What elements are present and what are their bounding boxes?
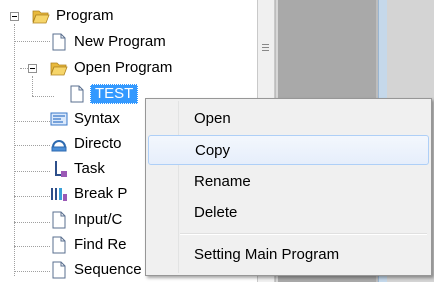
tree-line bbox=[14, 121, 50, 122]
context-menu: Open Copy Rename Delete Setting Main Pro… bbox=[145, 98, 432, 276]
tree-line bbox=[14, 171, 50, 172]
tree-item-label: Break P bbox=[74, 185, 128, 202]
tree-item-task[interactable]: Task bbox=[50, 158, 105, 180]
tree-item-label: Program bbox=[56, 7, 114, 24]
document-icon bbox=[70, 85, 84, 103]
tree-item-open-program[interactable]: Open Program bbox=[50, 57, 172, 79]
open-folder-icon bbox=[50, 62, 68, 76]
tree-line bbox=[20, 68, 28, 69]
menu-item-open[interactable]: Open bbox=[148, 103, 429, 133]
menu-item-setting-main-program[interactable]: Setting Main Program bbox=[148, 239, 429, 269]
tree-item-break-point[interactable]: Break P bbox=[50, 183, 127, 205]
document-icon bbox=[52, 33, 66, 51]
tree-item-find-result[interactable]: Find Re bbox=[50, 234, 127, 256]
tree-item-label: Input/C bbox=[74, 211, 123, 228]
document-icon bbox=[52, 211, 66, 229]
tree-item-label: New Program bbox=[74, 33, 166, 50]
tree-line bbox=[32, 96, 54, 97]
collapse-program-toggle[interactable] bbox=[10, 12, 19, 21]
tree-line bbox=[14, 41, 50, 42]
document-icon bbox=[52, 236, 66, 254]
syntax-icon bbox=[50, 112, 68, 126]
tree-item-label: Directo bbox=[74, 135, 122, 152]
tree-item-new-program[interactable]: New Program bbox=[50, 31, 166, 53]
tree-item-directory[interactable]: Directo bbox=[50, 133, 122, 155]
tree-item-label: Find Re bbox=[74, 236, 127, 253]
tree-line bbox=[14, 246, 50, 247]
tree-line bbox=[14, 222, 50, 223]
tree-line bbox=[32, 76, 33, 96]
tree-item-input-output[interactable]: Input/C bbox=[50, 209, 122, 231]
open-folder-icon bbox=[32, 10, 50, 24]
tree-line bbox=[14, 271, 50, 272]
directory-icon bbox=[51, 140, 67, 152]
tree-item-label-selected: TEST bbox=[90, 84, 139, 104]
tree-item-label: Syntax bbox=[74, 110, 120, 127]
menu-item-rename[interactable]: Rename bbox=[148, 166, 429, 196]
tree-line bbox=[14, 145, 50, 146]
document-icon bbox=[52, 261, 66, 279]
tree-item-syntax[interactable]: Syntax bbox=[50, 108, 120, 130]
menu-item-label: Copy bbox=[195, 141, 231, 159]
tree-item-test[interactable]: TEST bbox=[68, 83, 139, 105]
task-icon bbox=[55, 161, 67, 177]
break-point-icon bbox=[51, 188, 67, 201]
tree-line bbox=[14, 24, 15, 276]
menu-item-copy[interactable]: Copy bbox=[148, 135, 429, 165]
tree-line bbox=[14, 196, 50, 197]
collapse-open-program-toggle[interactable] bbox=[28, 64, 37, 73]
menu-item-delete[interactable]: Delete bbox=[148, 197, 429, 227]
menu-item-label: Setting Main Program bbox=[194, 245, 340, 263]
menu-item-label: Delete bbox=[194, 203, 238, 221]
tree-item-label: Open Program bbox=[74, 59, 173, 76]
tree-item-program[interactable]: Program bbox=[32, 5, 114, 27]
scrollbar-grip[interactable] bbox=[262, 44, 269, 52]
menu-item-label: Open bbox=[194, 109, 231, 127]
tree-item-label: Task bbox=[74, 160, 105, 177]
menu-separator bbox=[180, 233, 427, 235]
menu-item-label: Rename bbox=[194, 172, 251, 190]
